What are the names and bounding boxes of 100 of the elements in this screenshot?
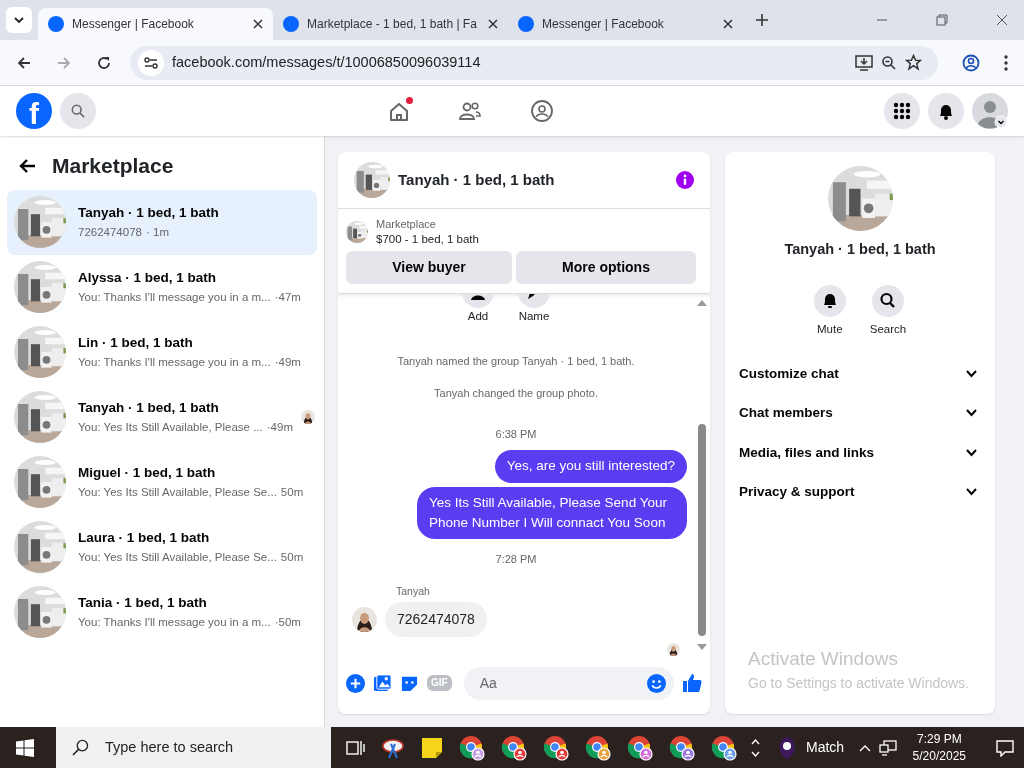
browser-icon[interactable] <box>627 734 653 761</box>
search-icon[interactable] <box>872 284 904 317</box>
browser-icon[interactable] <box>543 734 569 761</box>
network-icon[interactable] <box>878 739 897 756</box>
grid-icon <box>893 102 911 120</box>
profile-icon[interactable] <box>962 53 980 72</box>
conversation-item[interactable]: Tanyah · 1 bed, 1 bath 7262474078 · 1m <box>7 189 317 255</box>
message-preview: You: Yes Its Still Available, Please Se... <box>78 484 277 500</box>
conversation-name: Tania · 1 bed, 1 bath <box>78 594 208 613</box>
browser-icon[interactable] <box>501 734 527 761</box>
conversation-item[interactable]: Alyssa · 1 bed, 1 bath You: Thanks I'll message you in a m... ·47m <box>7 254 317 320</box>
close-icon[interactable] <box>723 19 733 29</box>
notifications-button[interactable] <box>928 93 964 129</box>
new-tab-icon[interactable] <box>755 13 769 27</box>
message-timestamp: 7:28 PM <box>494 552 538 568</box>
start-icon[interactable] <box>16 738 34 757</box>
message-input[interactable]: Aa <box>463 666 674 700</box>
listing-title: $700 - 1 bed, 1 bath <box>376 231 479 247</box>
conversation-item[interactable]: Laura · 1 bed, 1 bath You: Yes Its Still Available, Please Se... 50m <box>7 514 317 580</box>
section-header[interactable]: Privacy & support <box>739 472 981 512</box>
more-options-button[interactable]: More options <box>516 251 696 285</box>
zoom-icon[interactable] <box>881 54 897 71</box>
conversation-name: Tanyah · 1 bed, 1 bath <box>78 204 220 223</box>
groups-icon[interactable] <box>530 99 554 123</box>
action-label: Name <box>518 309 550 325</box>
task-view-icon[interactable] <box>345 738 365 757</box>
message-time: · 1m <box>145 224 169 240</box>
home-tab[interactable] <box>388 99 410 123</box>
plus-icon[interactable] <box>346 673 365 693</box>
browser-tab[interactable]: Marketplace - 1 bed, 1 bath | Fa <box>273 8 508 40</box>
tab-list-button[interactable] <box>6 7 32 33</box>
close-icon[interactable] <box>253 19 263 29</box>
system-message: Tanyah changed the group photo. <box>433 386 599 402</box>
url-text: facebook.com/messages/t/10006850096039114 <box>172 52 482 72</box>
sidebar-title: Marketplace <box>52 153 174 179</box>
emoji-icon[interactable] <box>647 673 666 693</box>
address-bar[interactable]: facebook.com/messages/t/10006850096039114 <box>130 45 938 80</box>
weather-widget[interactable]: Match <box>776 735 845 760</box>
conversation-item[interactable]: Miguel · 1 bed, 1 bath You: Yes Its Still Available, Please Se... 50m <box>7 449 317 515</box>
conversation-item[interactable]: Lin · 1 bed, 1 bath You: Thanks I'll message you in a m... ·49m <box>7 319 317 385</box>
menu-icon[interactable] <box>1004 54 1008 71</box>
section-header[interactable]: Chat members <box>739 393 981 433</box>
scroll-up-icon[interactable] <box>697 300 707 307</box>
menu-button[interactable] <box>884 93 920 129</box>
conversation-name: Lin · 1 bed, 1 bath <box>78 334 194 353</box>
install-icon[interactable] <box>855 54 873 71</box>
browser-icon[interactable] <box>585 734 611 761</box>
section-header[interactable]: Media, files and links <box>739 433 981 473</box>
bookmark-star-icon[interactable] <box>905 54 922 71</box>
message-time: ·49m <box>266 419 293 435</box>
browser-tab[interactable]: Messenger | Facebook <box>508 8 743 40</box>
info-icon[interactable] <box>676 171 694 189</box>
restore-icon[interactable] <box>936 14 948 26</box>
chevron-down-icon <box>966 409 977 418</box>
close-icon[interactable] <box>488 19 498 29</box>
search-button[interactable] <box>60 93 96 129</box>
section-header[interactable]: Customize chat <box>739 354 981 394</box>
conversation-item[interactable]: Tanyah · 1 bed, 1 bath You: Yes Its Still Available, Please ... ·49m <box>7 384 317 450</box>
outgoing-message: Yes, are you still interested? <box>494 450 687 483</box>
back-arrow-icon[interactable] <box>18 157 36 174</box>
favicon-icon <box>283 16 299 32</box>
listing-source: Marketplace <box>376 217 437 232</box>
tab-title: Messenger | Facebook <box>542 16 665 33</box>
action-label: Add <box>467 309 489 325</box>
browser-icon[interactable] <box>669 734 695 761</box>
facebook-logo[interactable]: f <box>16 93 52 129</box>
outgoing-message: Yes Its Still Available, Please Send Your Phone Number I Will connact You Soon <box>417 486 687 540</box>
message-preview: You: Thanks I'll message you in a m... <box>78 614 271 630</box>
bell-icon <box>937 102 955 120</box>
conversation-name: Laura · 1 bed, 1 bath <box>78 529 211 548</box>
sticky-notes-icon[interactable] <box>421 736 443 759</box>
taskbar-search[interactable]: Type here to search <box>56 727 331 768</box>
message-time: ·50m <box>274 614 301 630</box>
bell-icon[interactable] <box>813 284 846 317</box>
clock[interactable]: 7:29 PM 5/20/2025 <box>912 731 966 764</box>
message-preview: You: Thanks I'll message you in a m... <box>78 289 271 305</box>
notifications-icon[interactable] <box>996 738 1014 757</box>
site-settings-icon[interactable] <box>143 54 159 71</box>
browser-icon[interactable] <box>711 734 737 761</box>
back-icon[interactable] <box>16 54 32 71</box>
scroll-arrows-icon[interactable] <box>751 736 760 759</box>
action-label: Search <box>869 321 907 337</box>
browser-tab[interactable]: Messenger | Facebook <box>38 8 273 40</box>
photo-icon[interactable] <box>373 673 392 693</box>
reload-icon[interactable] <box>96 54 112 71</box>
scrollbar[interactable] <box>698 424 706 637</box>
chat-title: Tanyah · 1 bed, 1 bath <box>398 169 556 190</box>
message-time: 50m <box>280 484 304 500</box>
avatar <box>352 607 377 633</box>
browser-icon[interactable] <box>459 734 485 761</box>
scroll-down-icon[interactable] <box>697 644 707 651</box>
hidden-icons-chevron-icon[interactable] <box>858 743 871 752</box>
view-buyer-button[interactable]: View buyer <box>346 251 512 285</box>
close-icon[interactable] <box>996 14 1008 26</box>
conversation-item[interactable]: Tania · 1 bed, 1 bath You: Thanks I'll message you in a m... ·50m <box>7 579 317 645</box>
friends-icon[interactable] <box>458 100 482 122</box>
account-avatar[interactable] <box>972 93 1008 129</box>
incoming-message: 7262474078 <box>385 602 487 638</box>
chevron-down-icon <box>966 488 977 497</box>
thumbs-up-icon[interactable] <box>682 673 702 694</box>
